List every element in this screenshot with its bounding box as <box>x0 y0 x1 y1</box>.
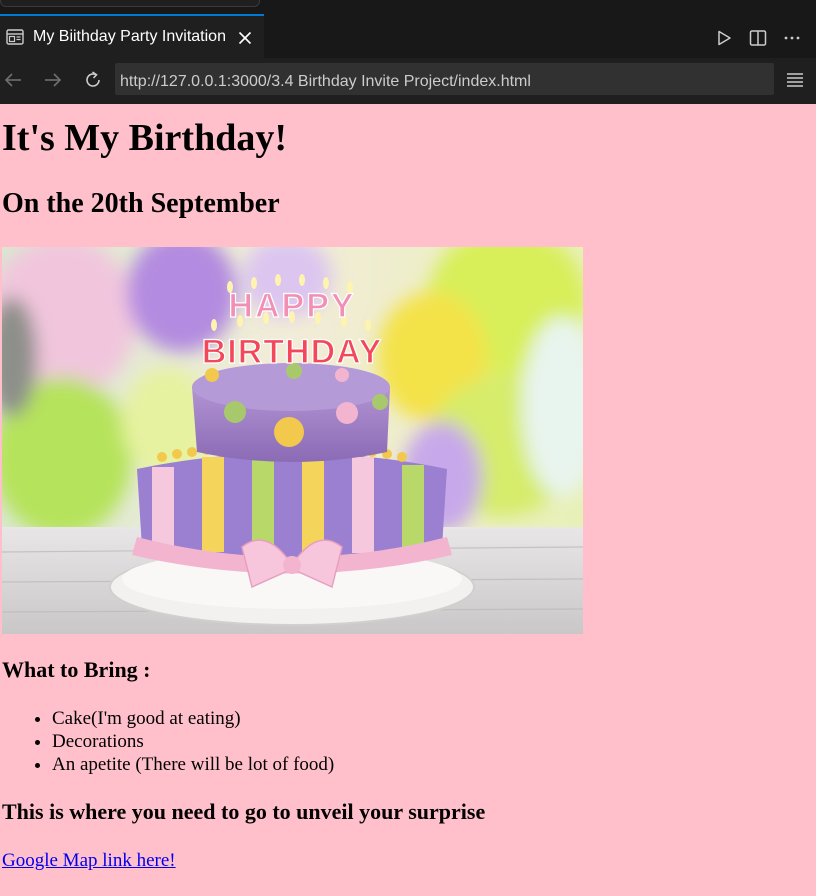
reload-icon[interactable] <box>82 69 104 91</box>
hidden-tab-edge <box>0 0 260 7</box>
list-item: An apetite (There will be lot of food) <box>52 753 334 776</box>
tab-birthday-invitation[interactable]: My Biithday Party Invitation <box>0 14 264 58</box>
google-map-link[interactable]: Google Map link here! <box>2 850 176 872</box>
browser-navbar <box>0 58 816 104</box>
title-strip <box>0 0 816 15</box>
arrow-right-icon[interactable] <box>42 69 64 91</box>
close-icon[interactable] <box>236 29 254 47</box>
tab-title: My Biithday Party Invitation <box>33 28 226 45</box>
split-editor-icon[interactable] <box>748 28 768 48</box>
editor-actions <box>714 28 802 48</box>
party-date: On the 20th September <box>2 188 280 219</box>
arrow-left-icon[interactable] <box>2 69 24 91</box>
editor-chrome: My Biithday Party Invitation <box>0 0 816 104</box>
list-item: Decorations <box>52 730 334 753</box>
cake-text-happy: HAPPY <box>228 287 355 325</box>
birthday-cake-image: HAPPY BIRTHDAY <box>2 247 583 634</box>
menu-icon[interactable] <box>785 70 805 90</box>
tab-bar: My Biithday Party Invitation <box>0 14 816 59</box>
play-icon[interactable] <box>714 28 734 48</box>
bring-list: Cake(I'm good at eating) Decorations An … <box>0 707 334 776</box>
list-item: Cake(I'm good at eating) <box>52 707 334 730</box>
cake-text-birthday: BIRTHDAY <box>202 333 383 371</box>
more-actions-icon[interactable] <box>782 28 802 48</box>
url-input[interactable] <box>115 63 774 95</box>
what-to-bring-heading: What to Bring : <box>2 657 151 682</box>
page-title: It's My Birthday! <box>2 117 287 159</box>
page-content: It's My Birthday! On the 20th September <box>0 104 816 896</box>
preview-icon <box>6 29 24 45</box>
surprise-heading: This is where you need to go to unveil y… <box>2 799 486 824</box>
